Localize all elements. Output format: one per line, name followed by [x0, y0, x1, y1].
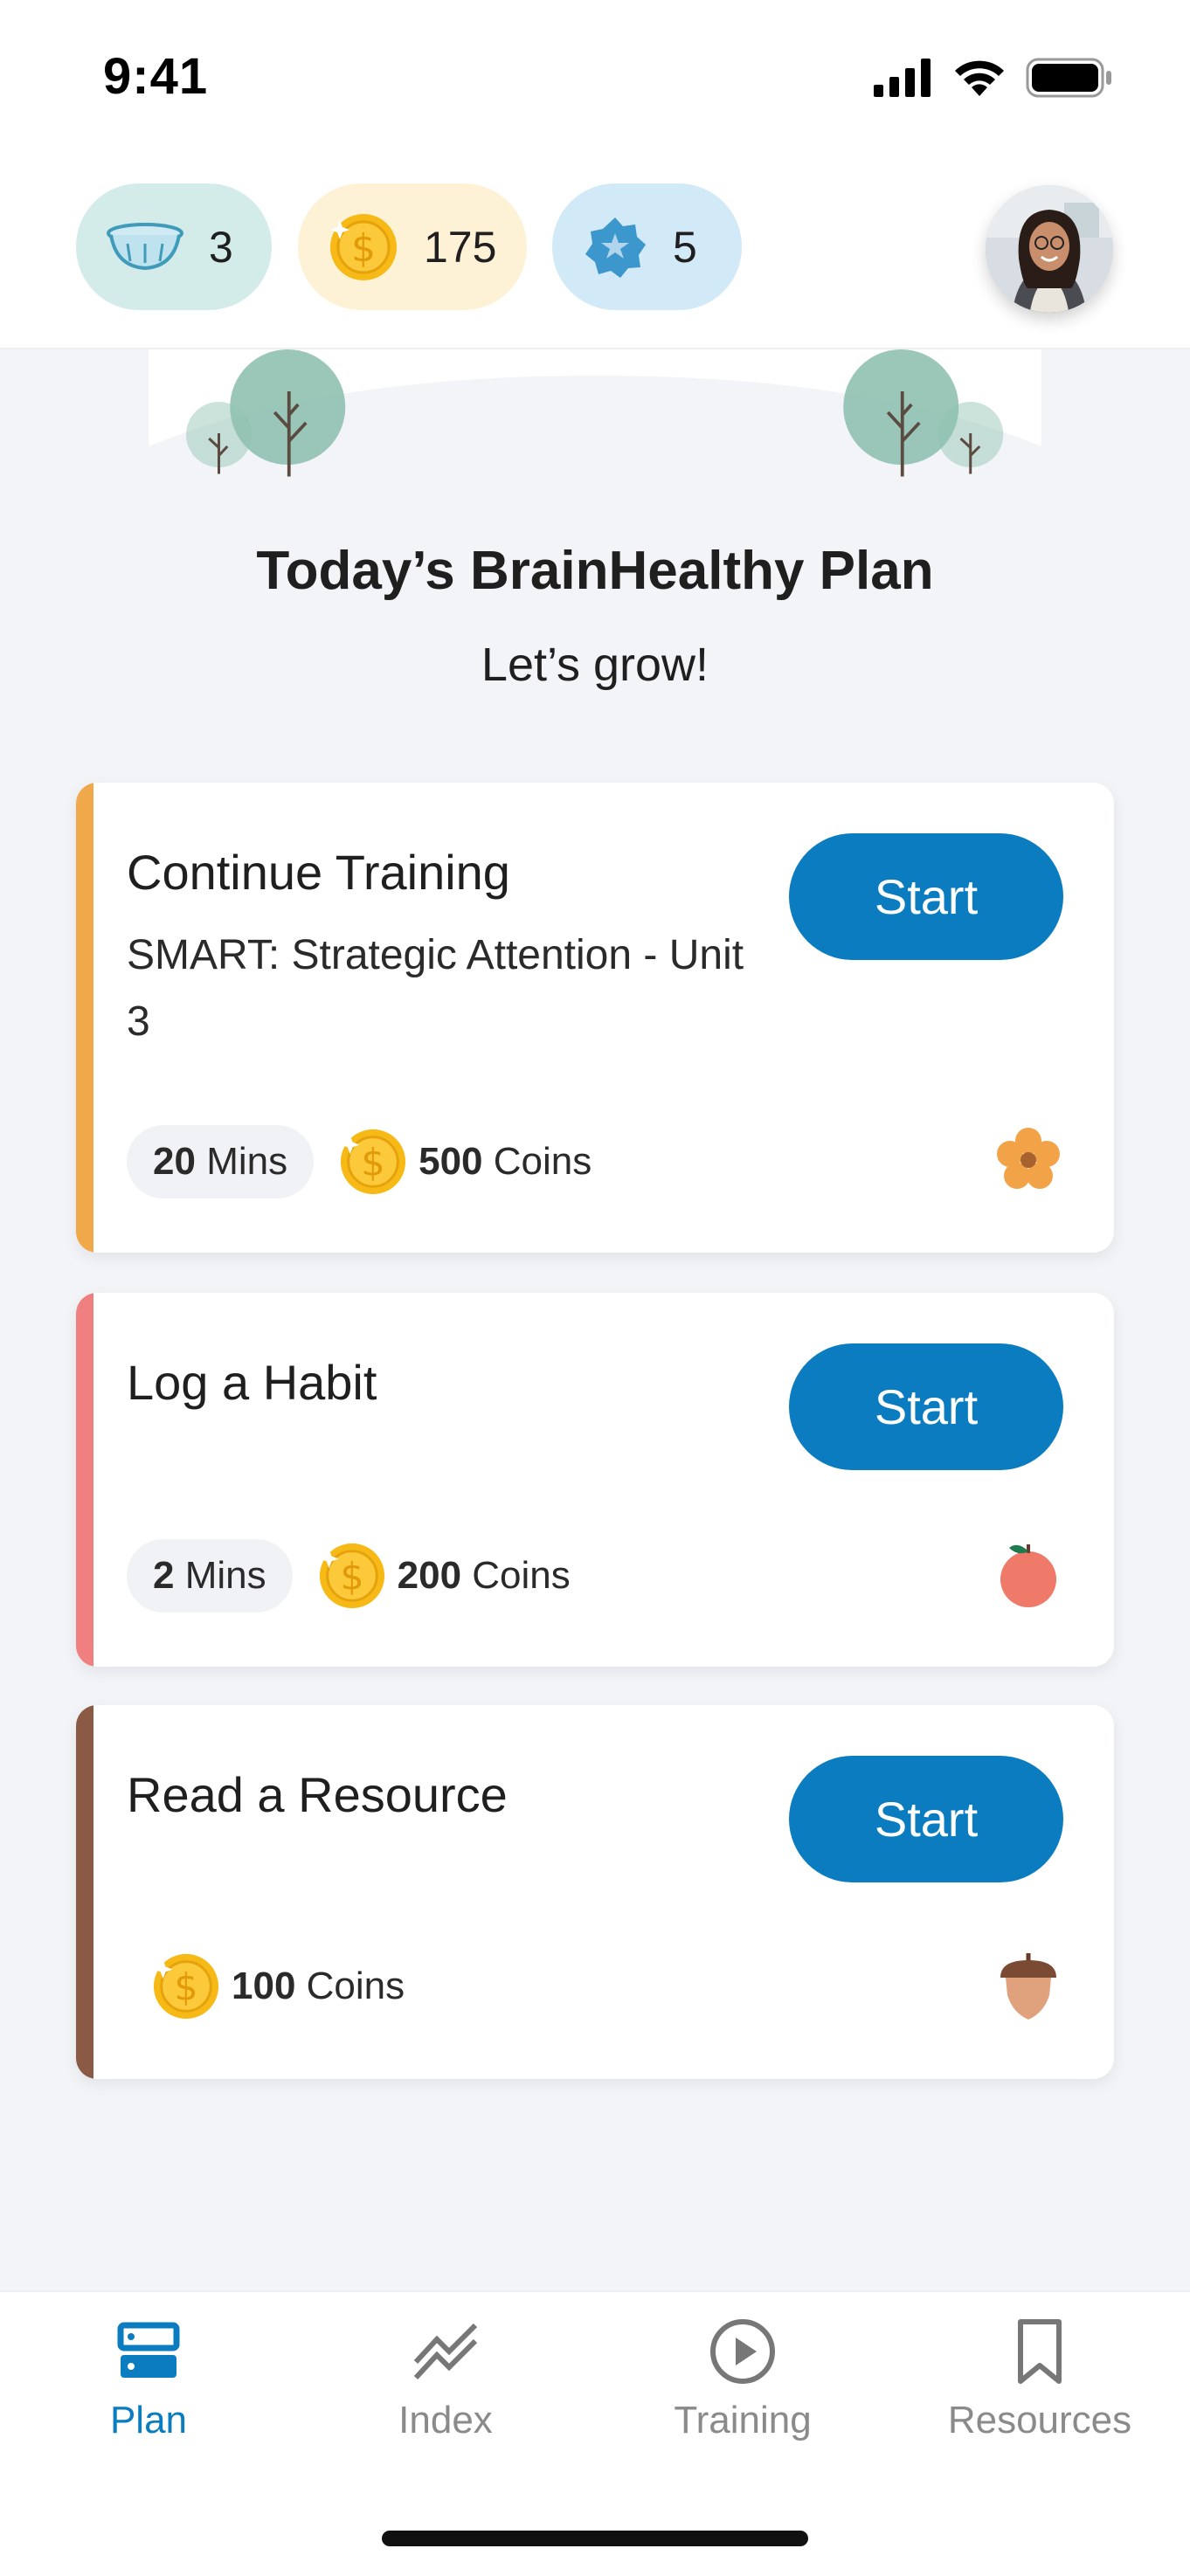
index-chart-icon — [413, 2323, 478, 2380]
acorn-icon — [1000, 1953, 1056, 2020]
flower-icon — [997, 1128, 1060, 1189]
card-title: Continue Training — [127, 845, 510, 900]
bowl-icon — [107, 222, 183, 270]
duration-chip: 20 Mins — [127, 1125, 315, 1198]
duration-chip: 2 Mins — [127, 1539, 293, 1613]
bowls-counter[interactable]: 3 — [76, 183, 272, 310]
card-title: Log a Habit — [127, 1355, 377, 1410]
card-meta: 20 Mins $ 500 Coins — [127, 1125, 592, 1198]
svg-text:$: $ — [340, 1556, 363, 1599]
card-accent — [76, 1705, 93, 2079]
stars-counter[interactable]: 5 — [552, 183, 742, 310]
battery-icon — [1026, 58, 1111, 98]
coins-counter[interactable]: $ 175 — [298, 183, 527, 310]
card-subtitle: SMART: Strategic Attention - Unit 3 — [127, 932, 744, 1045]
coins-unit: Coins — [306, 1965, 405, 2007]
coins-count: 175 — [424, 222, 497, 272]
coins-value: 500 — [419, 1140, 483, 1183]
status-icons — [874, 58, 1113, 98]
plan-card-continue-training[interactable]: Continue Training SMART: Strategic Atten… — [76, 783, 1114, 1253]
bookmark-icon — [1018, 2319, 1062, 2384]
bowls-count: 3 — [209, 222, 233, 272]
header-bar: 3 $ 175 5 — [0, 166, 1190, 349]
start-button[interactable]: Start — [789, 1756, 1063, 1882]
svg-text:$: $ — [361, 1142, 384, 1185]
profile-avatar[interactable] — [986, 185, 1113, 313]
signal-icon — [874, 59, 931, 97]
card-accent — [76, 783, 93, 1253]
coins-value: 200 — [397, 1554, 462, 1597]
coins-unit: Coins — [493, 1140, 592, 1183]
plan-card-log-habit[interactable]: Log a Habit Start 2 Mins $ 200 Coins — [76, 1293, 1114, 1667]
svg-text:$: $ — [174, 1966, 197, 2010]
start-button[interactable]: Start — [789, 833, 1063, 960]
card-accent — [76, 1293, 93, 1667]
star-badge-icon — [585, 217, 646, 278]
plan-icon — [117, 2322, 180, 2378]
coins-unit: Coins — [472, 1554, 571, 1597]
page-subtitle: Let’s grow! — [481, 639, 709, 691]
duration-value: 2 — [153, 1554, 175, 1597]
hero-hill-illustration — [149, 349, 1041, 480]
stars-count: 5 — [673, 222, 697, 272]
coin-icon: $ — [319, 1543, 384, 1609]
play-icon — [710, 2319, 775, 2384]
nav-training[interactable]: Training — [612, 2317, 874, 2442]
coin-icon: $ — [341, 1129, 406, 1195]
duration-unit: Mins — [184, 1554, 266, 1597]
card-meta: 2 Mins $ 200 Coins — [127, 1539, 571, 1613]
nav-label: Index — [398, 2399, 493, 2441]
plan-card-read-resource[interactable]: Read a Resource Start $ 100 Coins — [76, 1705, 1114, 2079]
nav-label: Training — [674, 2399, 812, 2441]
svg-text:$: $ — [351, 226, 376, 271]
card-meta: $ 100 Coins — [151, 1951, 405, 2021]
nav-plan[interactable]: Plan — [17, 2317, 280, 2442]
coins-value: 100 — [232, 1965, 296, 2007]
nav-index[interactable]: Index — [315, 2317, 577, 2442]
home-indicator[interactable] — [382, 2531, 808, 2546]
page-title: Today’s BrainHealthy Plan — [256, 541, 934, 601]
nav-resources[interactable]: Resources — [909, 2317, 1171, 2442]
status-time: 9:41 — [103, 48, 209, 105]
nav-label: Plan — [109, 2399, 188, 2441]
start-button[interactable]: Start — [789, 1343, 1063, 1470]
coin-icon: $ — [153, 1953, 219, 2020]
duration-unit: Mins — [206, 1140, 288, 1183]
card-title: Read a Resource — [127, 1767, 508, 1822]
status-bar: 9:41 — [0, 0, 1190, 166]
hero-section: Today’s BrainHealthy Plan Let’s grow! — [0, 349, 1190, 769]
coins-reward: 500 Coins — [419, 1140, 592, 1184]
nav-label: Resources — [947, 2399, 1132, 2441]
apple-icon — [1000, 1544, 1056, 1607]
coin-icon: $ — [330, 213, 397, 280]
coins-reward: 100 Coins — [232, 1965, 405, 2008]
duration-value: 20 — [153, 1140, 196, 1183]
coins-reward: 200 Coins — [398, 1554, 571, 1598]
wifi-icon — [955, 60, 1004, 96]
